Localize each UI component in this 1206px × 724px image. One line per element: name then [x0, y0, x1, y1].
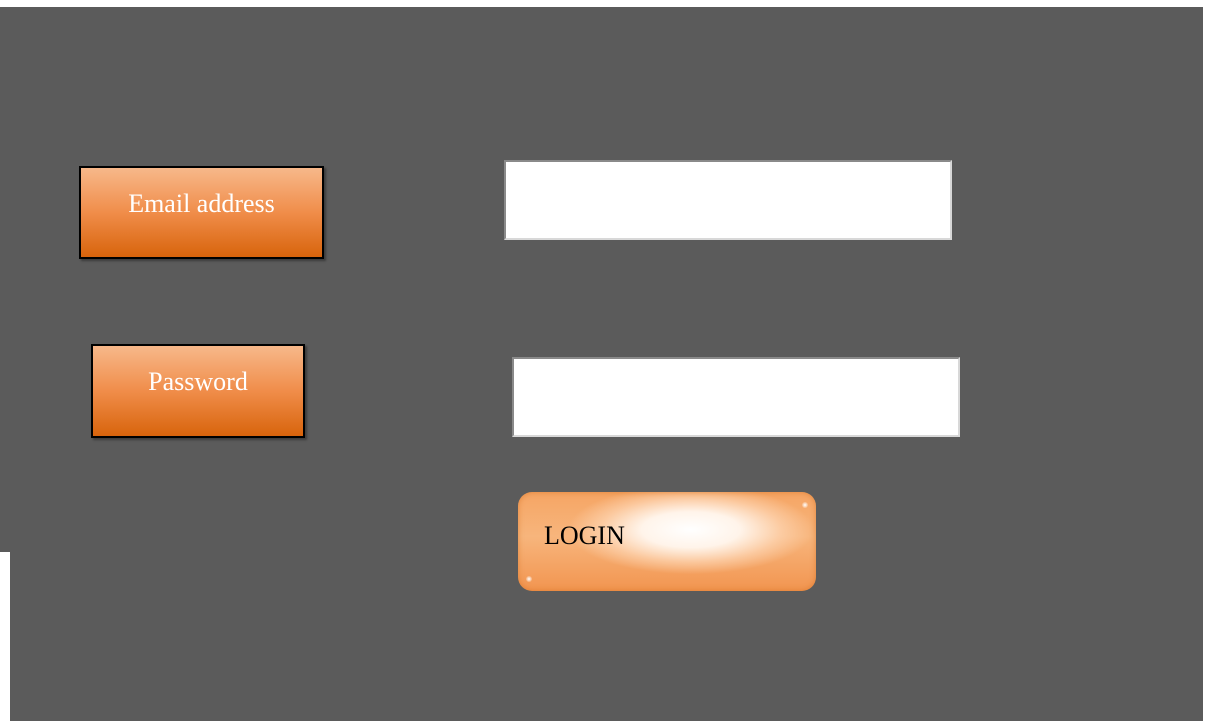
background-strip: [0, 7, 10, 552]
sparkle-icon: [802, 502, 808, 508]
email-address-label: Email address: [79, 166, 324, 259]
password-field[interactable]: [512, 357, 960, 437]
email-field[interactable]: [504, 160, 952, 240]
password-label: Password: [91, 344, 305, 438]
login-button[interactable]: LOGIN: [518, 492, 816, 591]
sparkle-icon: [526, 576, 532, 582]
